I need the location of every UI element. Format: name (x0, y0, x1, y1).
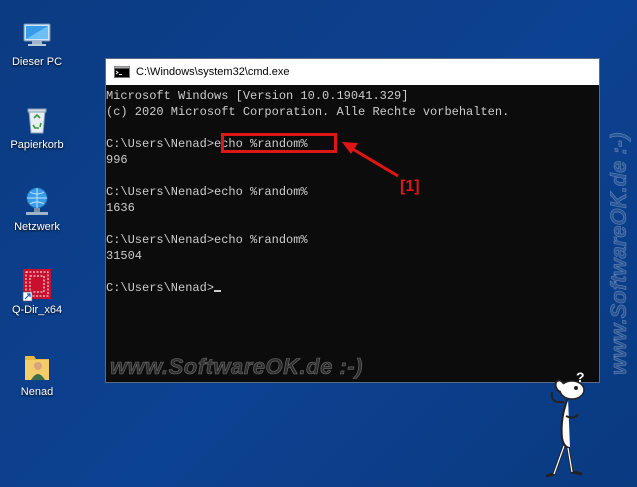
callout-label: [1] (400, 178, 420, 195)
thinking-figure-icon: ? (545, 369, 585, 478)
desktop: Dieser PC Papierkorb Netzwerk Q-Dir_x64 (0, 0, 637, 487)
watermark-side: www.SoftwareOK.de :-) (606, 132, 632, 375)
watermark-bottom: www.SoftwareOK.de :-) (110, 354, 363, 380)
